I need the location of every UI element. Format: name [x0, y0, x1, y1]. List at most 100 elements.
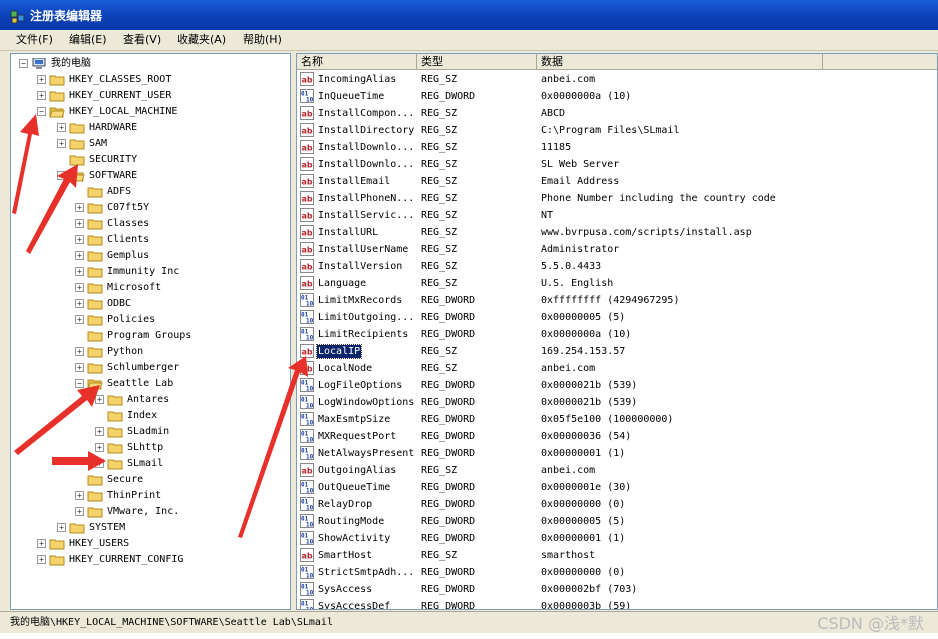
tree-item[interactable]: Index	[11, 408, 290, 424]
tree-item[interactable]: − HKEY_LOCAL_MACHINE	[11, 104, 290, 120]
value-row[interactable]: ab InstallServic... REG_SZ NT	[297, 207, 937, 224]
expand-icon[interactable]: +	[75, 283, 84, 292]
value-row[interactable]: ab Language REG_SZ U.S. English	[297, 275, 937, 292]
value-row[interactable]: 01 10 RoutingMode REG_DWORD 0x00000005 (5)	[297, 513, 937, 530]
tree-item[interactable]: + Python	[11, 344, 290, 360]
tree-item[interactable]: + Clients	[11, 232, 290, 248]
value-row[interactable]: ab InstallURL REG_SZ www.bvrpusa.com/script…	[297, 224, 937, 241]
tree-item[interactable]: − SOFTWARE	[11, 168, 290, 184]
tree-item[interactable]: + Classes	[11, 216, 290, 232]
expand-icon[interactable]: +	[75, 267, 84, 276]
tree-item[interactable]: + Gemplus	[11, 248, 290, 264]
value-row[interactable]: 01 10 ShowActivity REG_DWORD 0x00000001 (1)	[297, 530, 937, 547]
expand-icon[interactable]: +	[75, 315, 84, 324]
menu-file[interactable]: 文件(F)	[16, 33, 53, 47]
tree-item[interactable]: + Policies	[11, 312, 290, 328]
tree-item[interactable]: + ODBC	[11, 296, 290, 312]
expand-icon[interactable]: +	[75, 251, 84, 260]
value-row[interactable]: ab InstallPhoneN... REG_SZ Phone Number inc…	[297, 190, 937, 207]
expand-icon[interactable]: +	[37, 75, 46, 84]
tree-item[interactable]: + HKEY_CLASSES_ROOT	[11, 72, 290, 88]
tree-item[interactable]: + HKEY_CURRENT_USER	[11, 88, 290, 104]
tree-item[interactable]: Secure	[11, 472, 290, 488]
value-row[interactable]: 01 10 LimitRecipients REG_DWORD 0x0000000a (…	[297, 326, 937, 343]
expand-icon[interactable]: +	[57, 123, 66, 132]
value-row[interactable]: ab InstallVersion REG_SZ 5.5.0.4433	[297, 258, 937, 275]
tree-item[interactable]: + Antares	[11, 392, 290, 408]
expand-icon[interactable]: +	[75, 363, 84, 372]
expand-icon[interactable]: +	[75, 219, 84, 228]
value-row[interactable]: ab InstallDirectory REG_SZ C:\Program Files…	[297, 122, 937, 139]
tree-item[interactable]: Program Groups	[11, 328, 290, 344]
expand-icon[interactable]: +	[75, 299, 84, 308]
expand-icon[interactable]: +	[37, 555, 46, 564]
value-row[interactable]: ab LocalNode REG_SZ anbei.com	[297, 360, 937, 377]
expand-icon[interactable]: +	[95, 459, 104, 468]
value-row[interactable]: 01 10 InQueueTime REG_DWORD 0x0000000a (10)	[297, 88, 937, 105]
tree-item[interactable]: + HKEY_CURRENT_CONFIG	[11, 552, 290, 568]
tree-item[interactable]: + SYSTEM	[11, 520, 290, 536]
expand-icon[interactable]: +	[57, 139, 66, 148]
expand-icon[interactable]: +	[75, 203, 84, 212]
column-header-type[interactable]: 类型	[417, 54, 537, 70]
value-row[interactable]: 01 10 LimitMxRecords REG_DWORD 0xffffffff (4…	[297, 292, 937, 309]
values-list[interactable]: 名称 类型 数据 ab IncomingAlias REG_SZ anbei.com 0…	[296, 53, 938, 610]
value-row[interactable]: 01 10 MXRequestPort REG_DWORD 0x00000036 (54…	[297, 428, 937, 445]
collapse-icon[interactable]: −	[57, 171, 66, 180]
value-row[interactable]: 01 10 SysAccess REG_DWORD 0x000002bf (703)	[297, 581, 937, 598]
expand-icon[interactable]: +	[37, 91, 46, 100]
tree-item[interactable]: − 我的电脑	[11, 56, 290, 72]
value-row[interactable]: ab InstallDownlo... REG_SZ SL Web Server	[297, 156, 937, 173]
tree-item[interactable]: + SLmail	[11, 456, 290, 472]
value-row[interactable]: 01 10 OutQueueTime REG_DWORD 0x0000001e (30)	[297, 479, 937, 496]
expand-icon[interactable]: +	[95, 427, 104, 436]
value-row[interactable]: 01 10 MaxEsmtpSize REG_DWORD 0x05f5e100 (100…	[297, 411, 937, 428]
collapse-icon[interactable]: −	[19, 59, 28, 68]
expand-icon[interactable]: +	[75, 235, 84, 244]
tree-item[interactable]: + C07ft5Y	[11, 200, 290, 216]
value-row[interactable]: ab InstallUserName REG_SZ Administrator	[297, 241, 937, 258]
tree-item[interactable]: + SLadmin	[11, 424, 290, 440]
value-row[interactable]: ab OutgoingAlias REG_SZ anbei.com	[297, 462, 937, 479]
tree-item[interactable]: + HARDWARE	[11, 120, 290, 136]
tree-item[interactable]: + Microsoft	[11, 280, 290, 296]
expand-icon[interactable]: +	[37, 539, 46, 548]
menu-help[interactable]: 帮助(H)	[243, 33, 282, 47]
expand-icon[interactable]: +	[95, 443, 104, 452]
column-header-name[interactable]: 名称	[297, 54, 417, 70]
value-row[interactable]: 01 10 LogFileOptions REG_DWORD 0x0000021b (5…	[297, 377, 937, 394]
registry-tree[interactable]: − 我的电脑 + HKEY_CLASSES_ROOT + HKEY_CURRENT_USE…	[10, 53, 291, 610]
tree-item[interactable]: + HKEY_USERS	[11, 536, 290, 552]
menu-edit[interactable]: 编辑(E)	[69, 33, 107, 47]
tree-item[interactable]: + SLhttp	[11, 440, 290, 456]
tree-item[interactable]: + SAM	[11, 136, 290, 152]
tree-item[interactable]: SECURITY	[11, 152, 290, 168]
expand-icon[interactable]: +	[75, 491, 84, 500]
menu-favorites[interactable]: 收藏夹(A)	[177, 33, 226, 47]
expand-icon[interactable]: +	[57, 523, 66, 532]
value-row[interactable]: ab InstallCompon... REG_SZ ABCD	[297, 105, 937, 122]
tree-item[interactable]: + Schlumberger	[11, 360, 290, 376]
value-row[interactable]: 01 10 SysAccessDef REG_DWORD 0x0000003b (59)	[297, 598, 937, 609]
value-row[interactable]: ab IncomingAlias REG_SZ anbei.com	[297, 71, 937, 88]
value-row[interactable]: 01 10 LimitOutgoing... REG_DWORD 0x00000005 …	[297, 309, 937, 326]
collapse-icon[interactable]: −	[75, 379, 84, 388]
value-row[interactable]: 01 10 RelayDrop REG_DWORD 0x00000000 (0)	[297, 496, 937, 513]
column-header-data[interactable]: 数据	[537, 54, 823, 70]
value-row[interactable]: ab SmartHost REG_SZ smarthost	[297, 547, 937, 564]
expand-icon[interactable]: +	[75, 507, 84, 516]
tree-item[interactable]: + ThinPrint	[11, 488, 290, 504]
tree-item[interactable]: + Immunity Inc	[11, 264, 290, 280]
menu-view[interactable]: 查看(V)	[123, 33, 161, 47]
tree-item[interactable]: + VMware, Inc.	[11, 504, 290, 520]
value-row[interactable]: 01 10 LogWindowOptions REG_DWORD 0x0000021b …	[297, 394, 937, 411]
expand-icon[interactable]: +	[95, 395, 104, 404]
value-row[interactable]: ab InstallDownlo... REG_SZ 11185	[297, 139, 937, 156]
value-row[interactable]: ab InstallEmail REG_SZ Email Address	[297, 173, 937, 190]
value-row[interactable]: ab LocalIP REG_SZ 169.254.153.57	[297, 343, 937, 360]
collapse-icon[interactable]: −	[37, 107, 46, 116]
expand-icon[interactable]: +	[75, 347, 84, 356]
tree-item[interactable]: − Seattle Lab	[11, 376, 290, 392]
value-row[interactable]: 01 10 StrictSmtpAdh... REG_DWORD 0x00000000 …	[297, 564, 937, 581]
value-row[interactable]: 01 10 NetAlwaysPresent REG_DWORD 0x00000001 …	[297, 445, 937, 462]
